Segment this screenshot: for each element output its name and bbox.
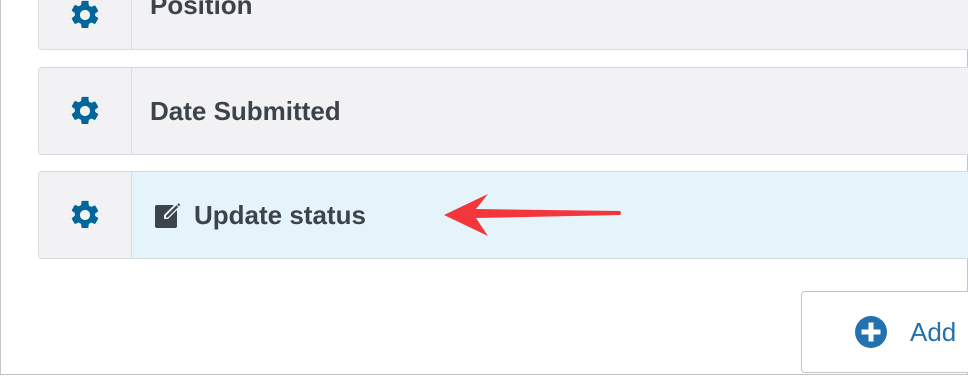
field-label-text: Position: [150, 0, 253, 20]
gear-icon[interactable]: [68, 94, 102, 128]
field-label-text: Date Submitted: [150, 95, 341, 126]
field-row-position[interactable]: Position: [38, 0, 968, 50]
field-settings-button[interactable]: [39, 172, 132, 258]
field-label-text: Update status: [194, 199, 366, 230]
field-settings-button[interactable]: [39, 68, 132, 154]
gear-icon[interactable]: [68, 198, 102, 232]
field-row-date-submitted[interactable]: Date Submitted: [38, 67, 968, 155]
gear-icon[interactable]: [68, 0, 102, 32]
field-label[interactable]: Date Submitted: [132, 68, 968, 154]
annotation-arrow-icon: [444, 194, 621, 236]
edit-icon: [155, 203, 181, 228]
add-field-button[interactable]: Add: [801, 291, 968, 373]
field-settings-button[interactable]: [39, 0, 132, 49]
field-label[interactable]: Position: [132, 0, 968, 49]
plus-circle-icon: [855, 316, 887, 348]
add-button-label: Add: [910, 316, 957, 347]
